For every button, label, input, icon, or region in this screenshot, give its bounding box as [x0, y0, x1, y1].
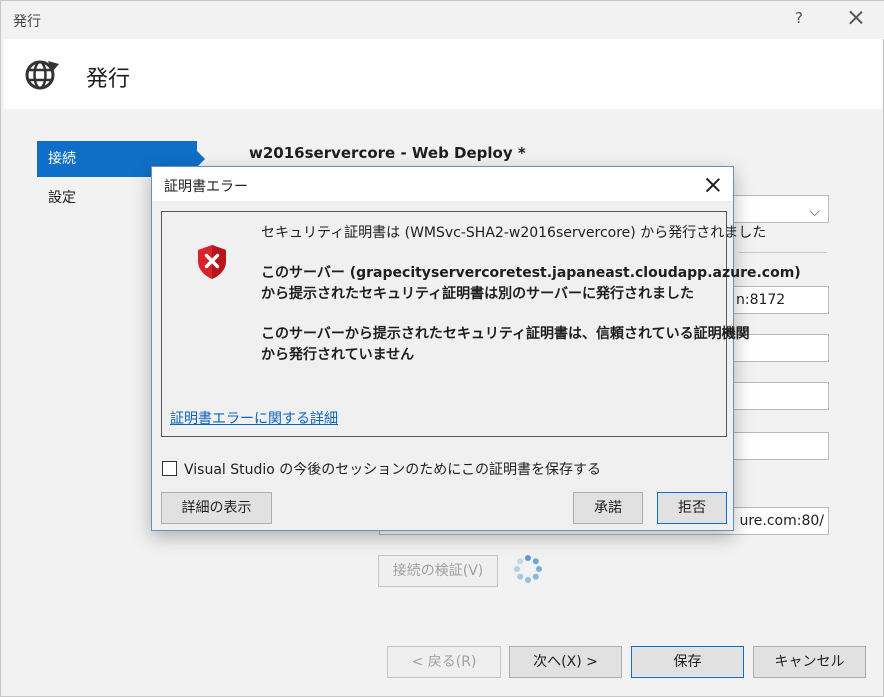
reject-button[interactable]: 拒否: [657, 492, 727, 524]
host-mismatch-message-line2: から提示されたセキュリティ証明書は別のサーバーに発行されました: [261, 286, 695, 302]
server-field[interactable]: n:8172: [731, 286, 829, 314]
cancel-button[interactable]: キャンセル: [753, 646, 866, 678]
window-title: 発行: [13, 14, 41, 30]
window-close-icon[interactable]: [845, 7, 867, 29]
globe-publish-icon: [25, 60, 59, 90]
nav-active-arrow: [197, 151, 205, 167]
back-button[interactable]: < 戻る(R): [387, 646, 501, 678]
accept-button[interactable]: 承諾: [573, 492, 643, 524]
publish-method-dropdown[interactable]: ⌵: [731, 195, 829, 223]
certificate-error-dialog: 証明書エラー セキュリティ証明書は (WMSvc-SHA2-w2016serve…: [151, 166, 801, 531]
untrusted-message-line1: このサーバーから提示されたセキュリティ証明書は、信頼されている証明機関: [261, 326, 750, 342]
validate-connection-button[interactable]: 接続の検証(V): [378, 555, 498, 587]
password-field[interactable]: [731, 432, 829, 460]
page-title: 発行: [86, 67, 131, 92]
help-button[interactable]: ?: [791, 9, 807, 27]
profile-title: w2016servercore - Web Deploy *: [249, 144, 526, 162]
page-header: 発行: [4, 39, 882, 109]
save-button[interactable]: 保存: [631, 646, 744, 678]
dialog-titlebar: 証明書エラー: [152, 167, 733, 201]
next-button[interactable]: 次へ(X) >: [509, 646, 622, 678]
save-certificate-label: Visual Studio の今後のセッションのためにこの証明書を保存する: [184, 462, 602, 478]
dialog-title: 証明書エラー: [164, 179, 248, 195]
untrusted-message-line2: から発行されていません: [261, 347, 415, 363]
host-mismatch-message-line1: このサーバー (grapecityservercoretest.japaneas…: [261, 265, 801, 281]
error-message-panel: セキュリティ証明書は (WMSvc-SHA2-w2016servercore) …: [161, 211, 801, 437]
dialog-close-icon[interactable]: [702, 174, 724, 196]
user-name-field[interactable]: [731, 382, 829, 410]
window-titlebar: 発行 ?: [1, 1, 884, 39]
loading-spinner-icon: [514, 555, 542, 583]
show-details-button[interactable]: 詳細の表示: [161, 492, 272, 524]
chevron-down-icon: ⌵: [809, 204, 820, 220]
issuer-message: セキュリティ証明書は (WMSvc-SHA2-w2016servercore) …: [261, 225, 767, 241]
save-certificate-checkbox[interactable]: [162, 461, 177, 476]
certificate-error-details-link[interactable]: 証明書エラーに関する詳細: [170, 408, 338, 428]
section-divider: [739, 252, 827, 253]
shield-error-icon: [198, 245, 226, 279]
